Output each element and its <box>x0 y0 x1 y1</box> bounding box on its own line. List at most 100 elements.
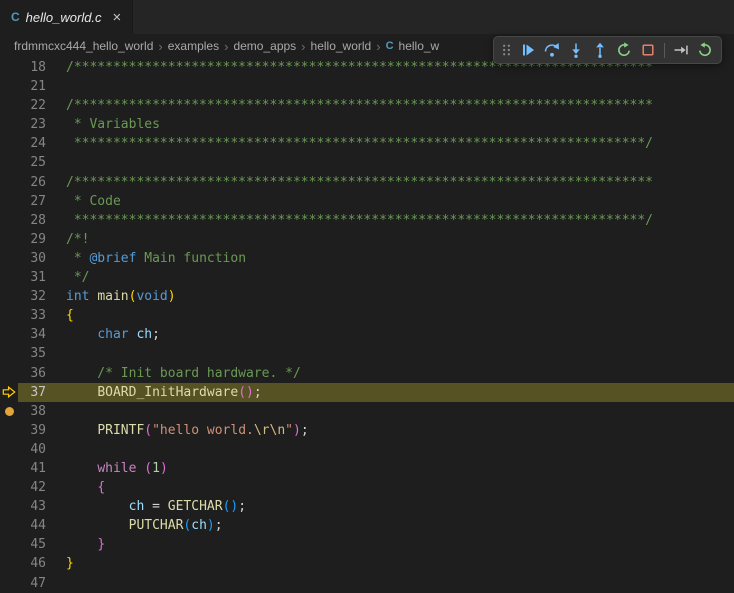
code-line[interactable]: 34 char ch; <box>0 325 734 344</box>
gutter-margin[interactable] <box>0 325 18 344</box>
code-line[interactable]: 39 PRINTF("hello world.\r\n"); <box>0 421 734 440</box>
gutter-margin[interactable] <box>0 249 18 268</box>
code-line[interactable]: 40 <box>0 440 734 459</box>
restart-button[interactable] <box>613 39 635 61</box>
gutter-margin[interactable] <box>0 344 18 363</box>
gutter-margin[interactable] <box>0 516 18 535</box>
gutter-margin[interactable] <box>0 306 18 325</box>
code-line-text: /* Init board hardware. */ <box>46 364 301 383</box>
code-line[interactable]: 30 * @brief Main function <box>0 249 734 268</box>
close-icon[interactable]: × <box>113 10 122 25</box>
gutter-margin[interactable] <box>0 535 18 554</box>
tab-hello-world-c[interactable]: C hello_world.c × <box>0 0 133 34</box>
gutter-margin[interactable] <box>0 192 18 211</box>
code-line[interactable]: 46} <box>0 554 734 573</box>
breadcrumb-item[interactable]: hello_w <box>399 39 440 53</box>
gutter-margin[interactable] <box>0 77 18 96</box>
gutter-margin[interactable] <box>0 58 18 77</box>
gutter-margin[interactable] <box>0 364 18 383</box>
code-line-text: int main(void) <box>46 287 176 306</box>
code-line[interactable]: 26/*************************************… <box>0 173 734 192</box>
gutter-margin[interactable] <box>0 421 18 440</box>
reset-button[interactable] <box>694 39 716 61</box>
breadcrumb-item[interactable]: hello_world <box>311 39 372 53</box>
code-line[interactable]: 21 <box>0 77 734 96</box>
code-line[interactable]: 43 ch = GETCHAR(); <box>0 497 734 516</box>
gutter-margin[interactable] <box>0 115 18 134</box>
gutter-margin[interactable] <box>0 554 18 573</box>
continue-button[interactable] <box>517 39 539 61</box>
gutter-margin[interactable] <box>0 574 18 593</box>
code-line[interactable]: 27 * Code <box>0 192 734 211</box>
stop-button[interactable] <box>637 39 659 61</box>
line-number: 27 <box>18 192 46 211</box>
step-out-button[interactable] <box>589 39 611 61</box>
line-number: 35 <box>18 344 46 363</box>
gutter-margin[interactable] <box>0 287 18 306</box>
code-line[interactable]: 24 *************************************… <box>0 134 734 153</box>
code-line-text: * Variables <box>46 115 160 134</box>
gutter-margin[interactable] <box>0 211 18 230</box>
code-editor[interactable]: 18/*************************************… <box>0 58 734 592</box>
code-line[interactable]: 35 <box>0 344 734 363</box>
reset-icon <box>697 42 713 58</box>
code-line-text: * Code <box>46 192 121 211</box>
code-line[interactable]: 31 */ <box>0 268 734 287</box>
line-number: 37 <box>18 383 46 402</box>
gutter-margin[interactable] <box>0 268 18 287</box>
code-line[interactable]: 41 while (1) <box>0 459 734 478</box>
debug-toolbar <box>493 36 722 64</box>
code-line-text <box>46 440 66 459</box>
code-line[interactable]: 38 <box>0 402 734 421</box>
gutter-margin[interactable] <box>0 459 18 478</box>
gutter-margin[interactable] <box>0 153 18 172</box>
step-into-target-icon <box>673 42 689 58</box>
code-line-text <box>46 153 66 172</box>
gutter-margin[interactable] <box>0 134 18 153</box>
gutter-margin[interactable] <box>0 230 18 249</box>
code-line[interactable]: 33{ <box>0 306 734 325</box>
step-into-target-button[interactable] <box>670 39 692 61</box>
step-over-icon <box>544 42 560 58</box>
gutter-margin[interactable] <box>0 96 18 115</box>
drag-handle-icon[interactable] <box>499 42 514 58</box>
code-line[interactable]: 44 PUTCHAR(ch); <box>0 516 734 535</box>
gutter-margin[interactable] <box>0 497 18 516</box>
code-line-text: { <box>46 306 74 325</box>
line-number: 34 <box>18 325 46 344</box>
step-out-icon <box>592 42 608 58</box>
code-line[interactable]: 32int main(void) <box>0 287 734 306</box>
code-line[interactable]: 37 BOARD_InitHardware(); <box>0 383 734 402</box>
step-into-button[interactable] <box>565 39 587 61</box>
breadcrumb-item[interactable]: examples <box>168 39 219 53</box>
debug-arrow-icon[interactable] <box>0 383 18 402</box>
code-line[interactable]: 29/*! <box>0 230 734 249</box>
code-line[interactable]: 25 <box>0 153 734 172</box>
line-number: 42 <box>18 478 46 497</box>
gutter-margin[interactable] <box>0 440 18 459</box>
breakpoint-icon[interactable] <box>0 402 18 421</box>
code-line[interactable]: 28 *************************************… <box>0 211 734 230</box>
code-line[interactable]: 23 * Variables <box>0 115 734 134</box>
step-over-button[interactable] <box>541 39 563 61</box>
code-line-text: /***************************************… <box>46 96 653 115</box>
code-line-text <box>46 344 66 363</box>
code-line[interactable]: 42 { <box>0 478 734 497</box>
code-line[interactable]: 45 } <box>0 535 734 554</box>
gutter-margin[interactable] <box>0 478 18 497</box>
code-line[interactable]: 36 /* Init board hardware. */ <box>0 364 734 383</box>
code-line-text: ****************************************… <box>46 134 653 153</box>
breadcrumb-item[interactable]: demo_apps <box>233 39 296 53</box>
breadcrumb-item[interactable]: frdmmcxc444_hello_world <box>14 39 153 53</box>
line-number: 26 <box>18 173 46 192</box>
vscode-window: C hello_world.c × frdmmcxc444_hello_worl… <box>0 0 734 58</box>
line-number: 31 <box>18 268 46 287</box>
continue-icon <box>520 42 536 58</box>
gutter-margin[interactable] <box>0 173 18 192</box>
code-line[interactable]: 47 <box>0 574 734 593</box>
code-line-text: while (1) <box>46 459 168 478</box>
code-line-text: ch = GETCHAR(); <box>46 497 246 516</box>
line-number: 43 <box>18 497 46 516</box>
code-line[interactable]: 22/*************************************… <box>0 96 734 115</box>
line-number: 22 <box>18 96 46 115</box>
